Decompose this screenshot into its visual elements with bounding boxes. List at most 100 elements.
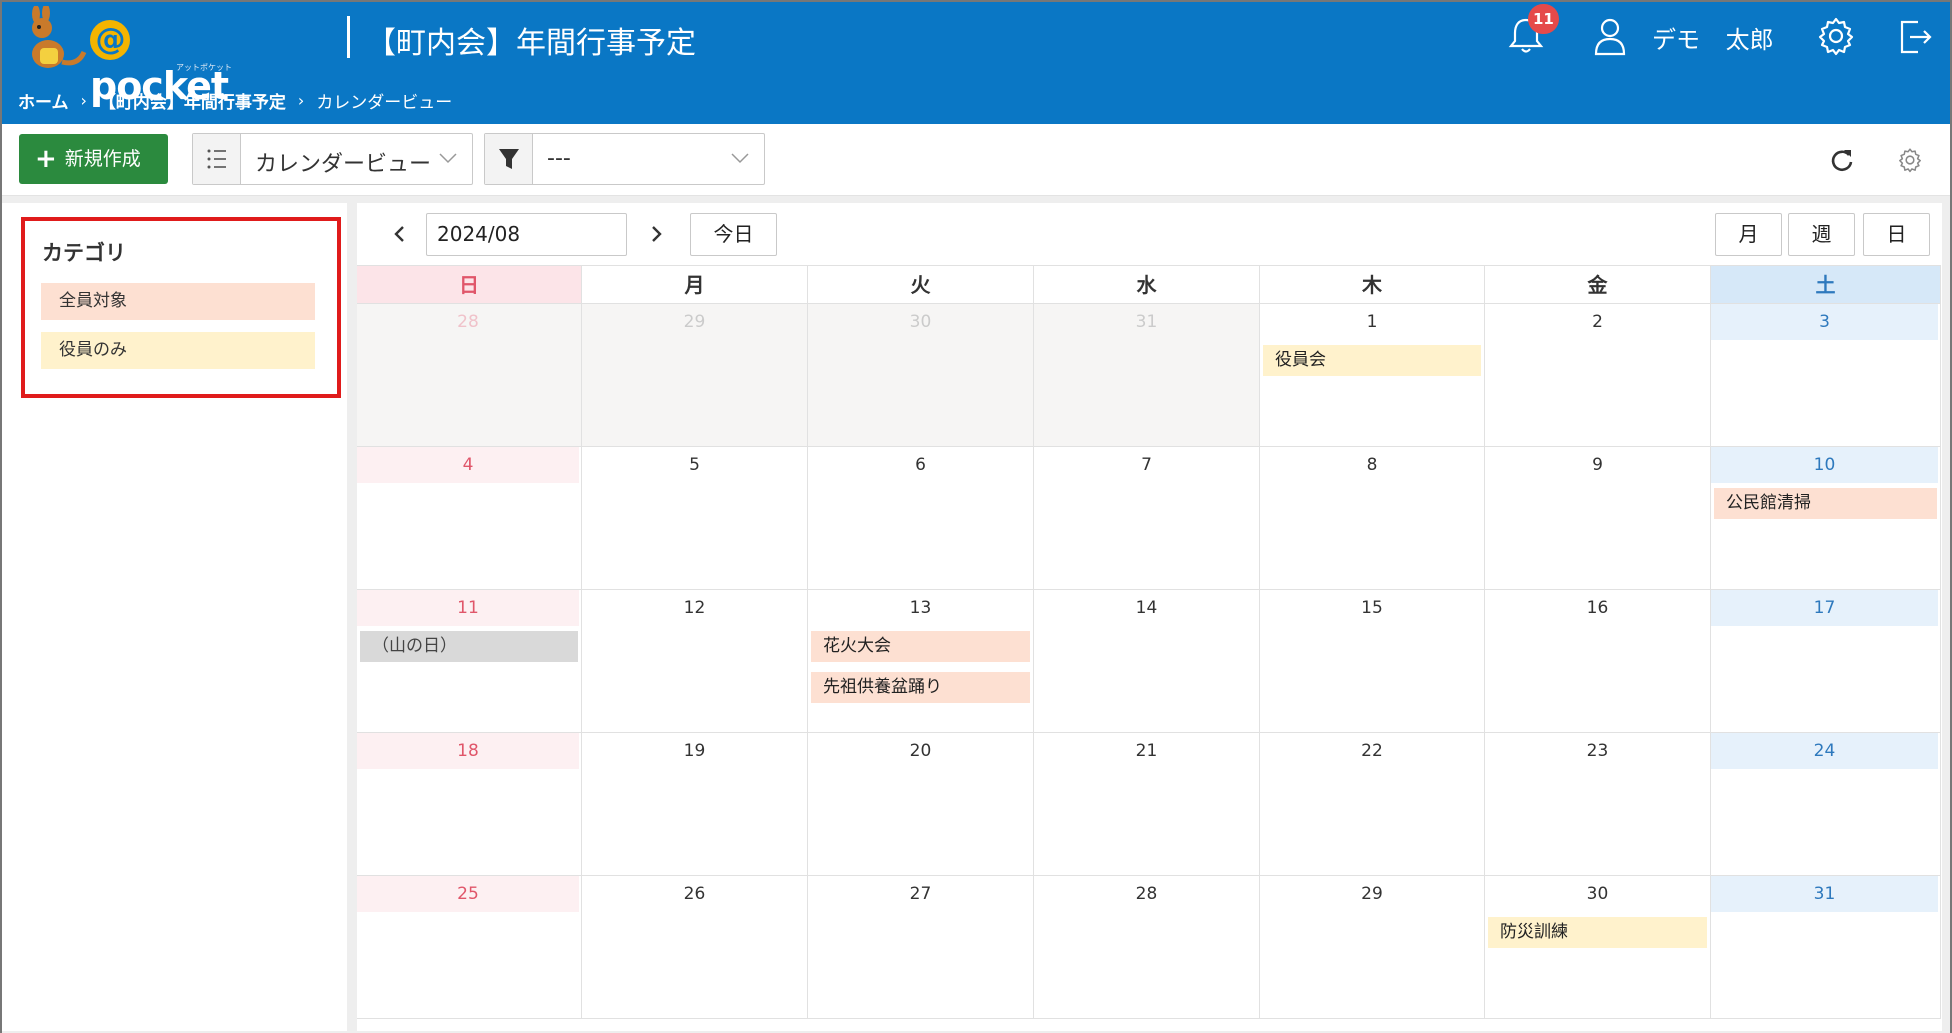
day-number: 30: [1586, 884, 1609, 904]
filter-icon: [499, 149, 519, 169]
app-logo[interactable]: @pocket アットポケット: [16, 6, 256, 108]
kangaroo-logo-icon: [32, 6, 87, 68]
page-title: 【町内会】年間行事予定: [366, 26, 696, 61]
calendar: 2024/08 今日 月 週 日 日月火水木金土 28 29 30 31 1 役員会 2 3 4 5…: [357, 203, 1942, 1031]
today-button[interactable]: 今日: [690, 213, 777, 256]
calendar-day-cell[interactable]: 31: [1711, 876, 1941, 1019]
calendar-day-cell[interactable]: 28: [357, 304, 582, 447]
day-number: 27: [909, 884, 932, 904]
brand-at-mark: @: [90, 20, 130, 60]
calendar-day-cell[interactable]: 17: [1711, 590, 1941, 733]
calendar-event[interactable]: 花火大会: [811, 631, 1030, 662]
calendar-day-cell[interactable]: 31: [1034, 304, 1260, 447]
chevron-left-icon[interactable]: [385, 219, 415, 249]
day-number: 28: [1135, 884, 1158, 904]
calendar-day-cell[interactable]: 16: [1485, 590, 1711, 733]
month-view-button[interactable]: 月: [1715, 213, 1782, 256]
list-icon-box: [193, 134, 241, 184]
category-item-all[interactable]: 全員対象: [41, 283, 315, 320]
category-title: カテゴリ: [42, 241, 126, 265]
calendar-day-cell[interactable]: 27: [808, 876, 1034, 1019]
calendar-day-cell[interactable]: 29: [582, 304, 808, 447]
day-number: 6: [915, 455, 926, 475]
view-settings-gear-icon[interactable]: [1896, 146, 1924, 174]
category-sidebar: カテゴリ 全員対象 役員のみ: [2, 203, 347, 1031]
day-number: 3: [1711, 304, 1938, 340]
calendar-event[interactable]: 先祖供養盆踊り: [811, 672, 1030, 703]
calendar-day-cell[interactable]: 9: [1485, 447, 1711, 590]
gear-icon[interactable]: [1814, 14, 1858, 58]
calendar-day-cell[interactable]: 19: [582, 733, 808, 876]
calendar-day-cell[interactable]: 23: [1485, 733, 1711, 876]
day-number: 16: [1586, 598, 1609, 618]
day-number: 1: [1366, 312, 1378, 332]
user-name[interactable]: デモ 太郎: [1652, 20, 1774, 55]
calendar-day-cell[interactable]: 26: [582, 876, 808, 1019]
calendar-day-cell[interactable]: 25: [357, 876, 582, 1019]
weekday-header-sat: 土: [1711, 265, 1941, 304]
calendar-day-cell[interactable]: 6: [808, 447, 1034, 590]
calendar-day-cell[interactable]: 29: [1260, 876, 1485, 1019]
calendar-day-cell[interactable]: 21: [1034, 733, 1260, 876]
new-record-label: 新規作成: [64, 148, 141, 170]
week-view-button[interactable]: 週: [1788, 213, 1855, 256]
calendar-day-cell[interactable]: 2: [1485, 304, 1711, 447]
calendar-day-cell[interactable]: 11 （山の日）: [357, 590, 582, 733]
calendar-day-cell[interactable]: 20: [808, 733, 1034, 876]
day-number: 5: [689, 455, 700, 475]
weekday-header-sun: 日: [357, 265, 582, 304]
calendar-day-cell[interactable]: 3: [1711, 304, 1941, 447]
calendar-day-cell[interactable]: 30: [808, 304, 1034, 447]
weekday-header-tue: 火: [808, 265, 1034, 304]
calendar-event[interactable]: 役員会: [1263, 345, 1481, 376]
new-record-button[interactable]: + 新規作成: [19, 134, 168, 184]
day-number: 14: [1135, 598, 1158, 618]
day-number: 2: [1592, 312, 1603, 332]
calendar-day-cell[interactable]: 10 公民館清掃: [1711, 447, 1941, 590]
chevron-right-icon[interactable]: [641, 219, 671, 249]
breadcrumb-separator: ›: [297, 91, 305, 110]
chevron-down-icon: [731, 153, 749, 164]
filter-select[interactable]: ---: [484, 133, 765, 185]
refresh-icon[interactable]: [1828, 146, 1856, 174]
calendar-day-cell[interactable]: 18: [357, 733, 582, 876]
calendar-day-cell[interactable]: 5: [582, 447, 808, 590]
calendar-day-cell[interactable]: 28: [1034, 876, 1260, 1019]
calendar-day-cell[interactable]: 13 花火大会先祖供養盆踊り: [808, 590, 1034, 733]
view-select[interactable]: カレンダービュー: [192, 133, 473, 185]
calendar-day-cell[interactable]: 12: [582, 590, 808, 733]
breadcrumb-app[interactable]: 【町内会】年間行事予定: [99, 93, 286, 113]
breadcrumb-separator: ›: [80, 91, 87, 110]
day-view-button[interactable]: 日: [1863, 213, 1930, 256]
day-number: 13: [909, 598, 932, 618]
category-item-officers[interactable]: 役員のみ: [41, 332, 315, 369]
category-panel: カテゴリ 全員対象 役員のみ: [21, 217, 341, 398]
day-number: 8: [1366, 455, 1378, 475]
day-number: 19: [683, 741, 706, 761]
title-divider: [347, 16, 350, 58]
user-icon[interactable]: [1588, 14, 1632, 58]
calendar-day-cell[interactable]: 22: [1260, 733, 1485, 876]
filter-select-value: ---: [547, 146, 571, 171]
day-number: 22: [1361, 741, 1383, 761]
notification-badge: 11: [1528, 4, 1559, 34]
calendar-day-cell[interactable]: 30 防災訓練: [1485, 876, 1711, 1019]
logout-icon[interactable]: [1892, 14, 1936, 58]
calendar-day-cell[interactable]: 4: [357, 447, 582, 590]
calendar-event[interactable]: 防災訓練: [1488, 917, 1707, 948]
breadcrumb-home[interactable]: ホーム: [18, 93, 69, 113]
weekday-header-thu: 木: [1260, 265, 1485, 304]
day-number: 28: [457, 312, 479, 332]
calendar-day-cell[interactable]: 15: [1260, 590, 1485, 733]
day-number: 26: [683, 884, 706, 904]
calendar-day-cell[interactable]: 1 役員会: [1260, 304, 1485, 447]
day-number: 23: [1586, 741, 1609, 761]
calendar-event[interactable]: 公民館清掃: [1714, 488, 1937, 519]
calendar-day-cell[interactable]: 7: [1034, 447, 1260, 590]
month-input[interactable]: 2024/08: [426, 213, 627, 256]
calendar-day-cell[interactable]: 24: [1711, 733, 1941, 876]
calendar-day-cell[interactable]: 8: [1260, 447, 1485, 590]
calendar-day-cell[interactable]: 14: [1034, 590, 1260, 733]
breadcrumb: ホーム › 【町内会】年間行事予定 › カレンダービュー: [18, 88, 452, 113]
list-icon: [207, 149, 226, 169]
